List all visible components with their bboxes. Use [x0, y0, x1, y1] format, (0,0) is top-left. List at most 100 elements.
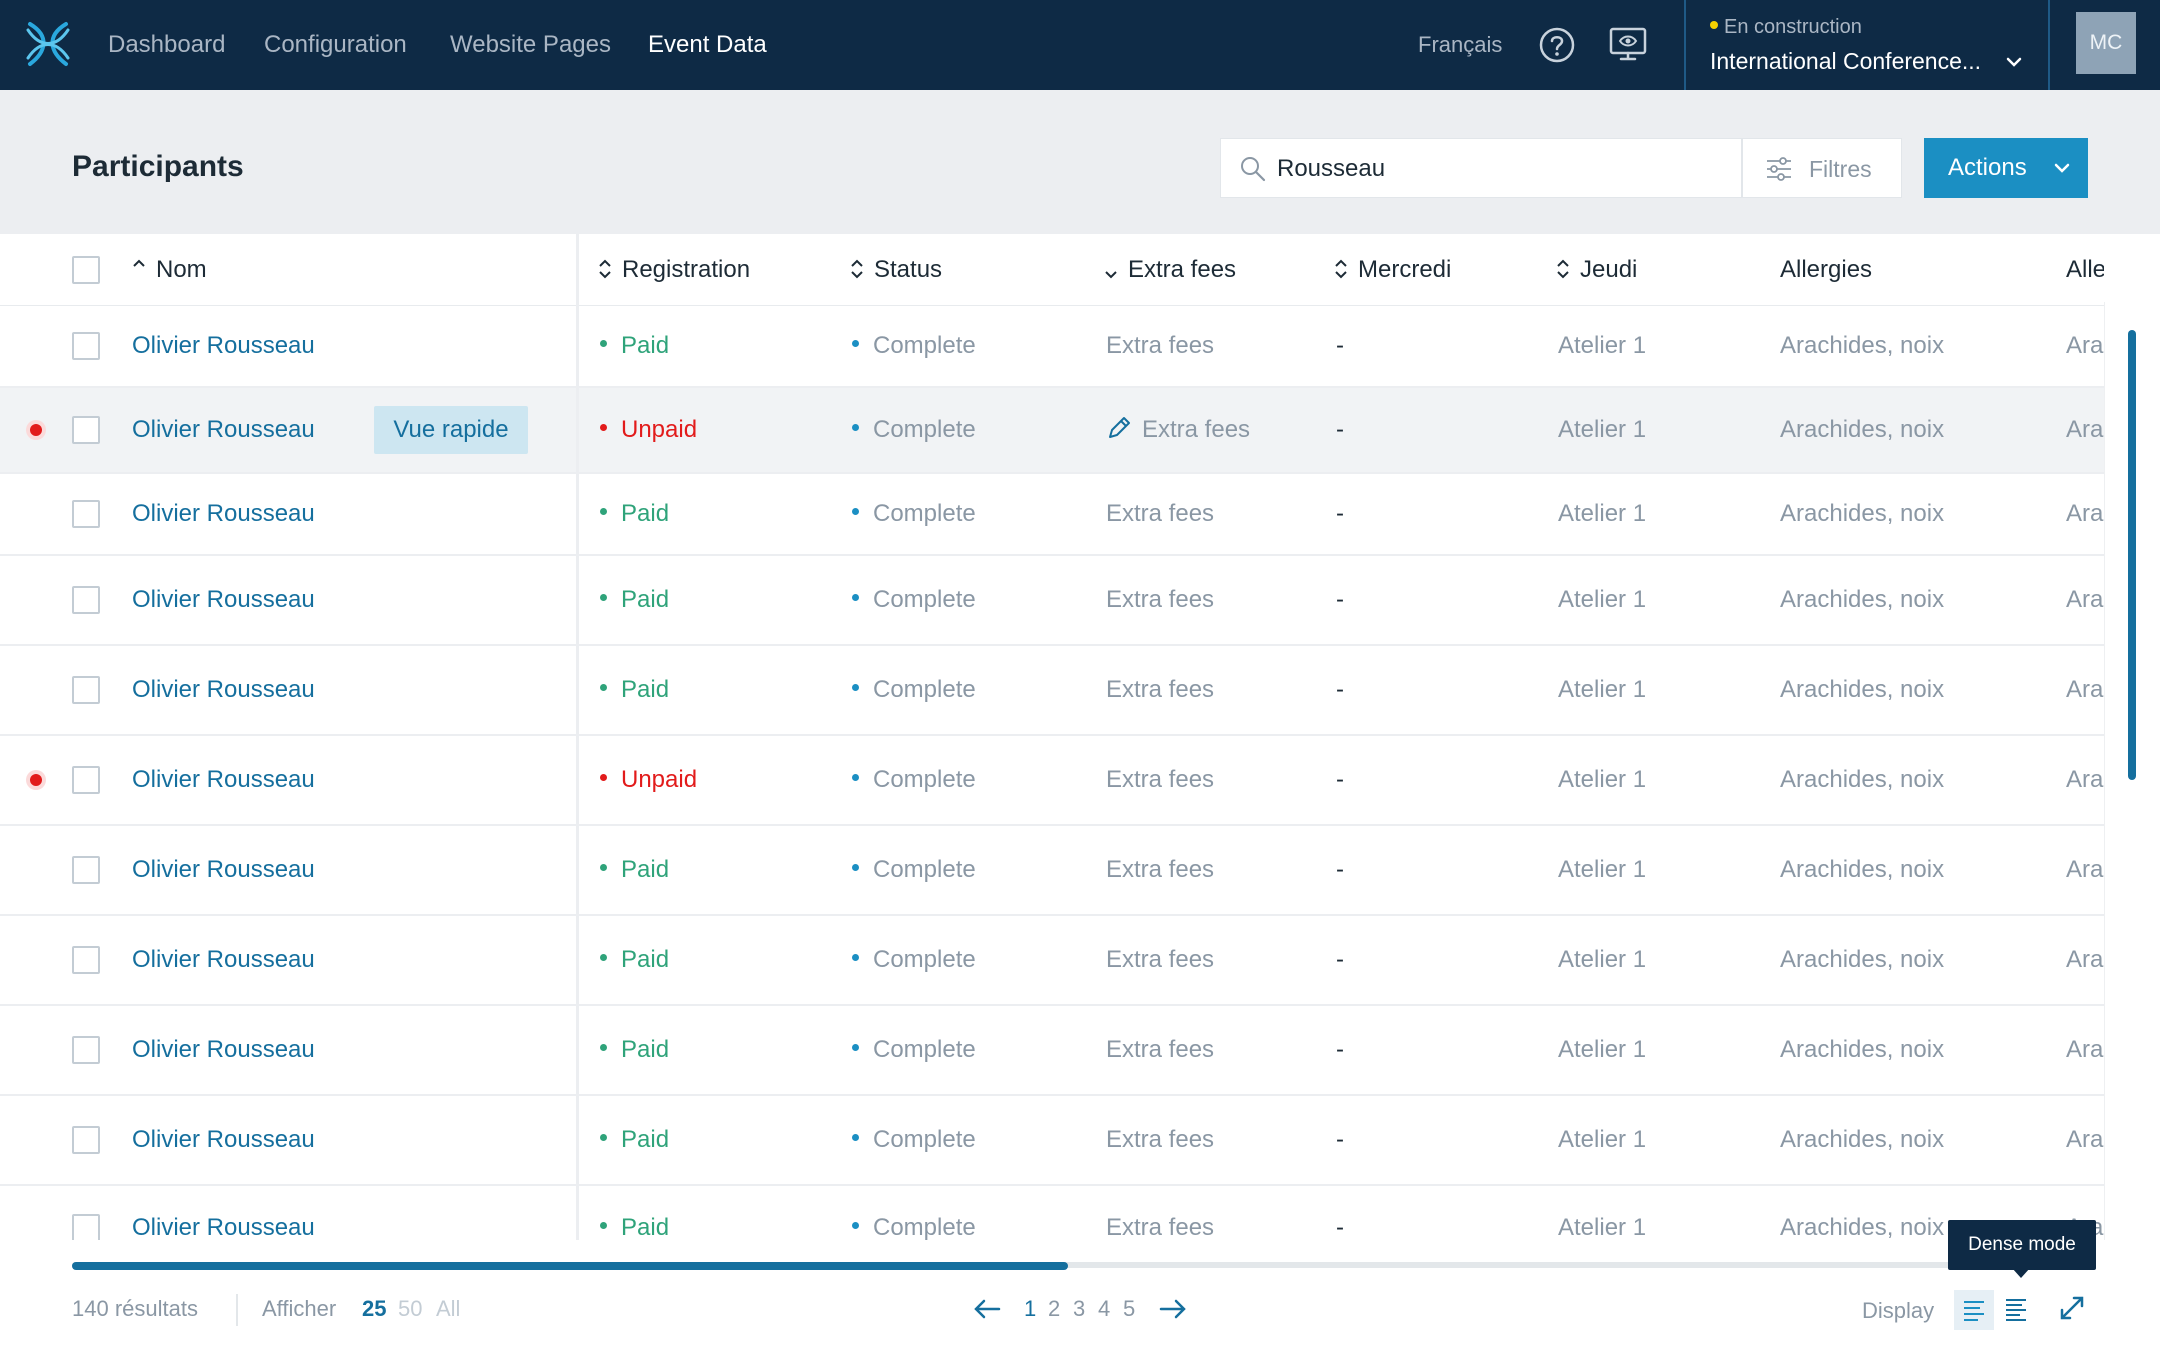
- status-value: Complete: [873, 856, 976, 883]
- registration-value: Unpaid: [621, 416, 698, 443]
- registration-cell: Unpaid: [600, 766, 697, 794]
- row-checkbox[interactable]: [72, 1214, 100, 1240]
- avatar[interactable]: MC: [2076, 12, 2136, 74]
- table-row[interactable]: Olivier Rousseau Paid Complete Extra fees - A…: [0, 1096, 2104, 1186]
- allergies-cell-2: Ara: [2066, 586, 2104, 613]
- table-row[interactable]: Olivier Rousseau Paid Complete Extra fees - A…: [0, 556, 2104, 646]
- participant-name-link[interactable]: Olivier Rousseau: [132, 1036, 315, 1064]
- nav-website-pages[interactable]: Website Pages: [450, 0, 611, 90]
- pencil-icon[interactable]: [1106, 415, 1132, 441]
- column-header-registration[interactable]: Registration: [598, 234, 750, 306]
- jeudi-cell: Atelier 1: [1558, 766, 1647, 793]
- search-input[interactable]: [1277, 149, 1717, 189]
- table-row[interactable]: Olivier Rousseau Paid Complete Extra fees - A…: [0, 1186, 2104, 1240]
- page-5[interactable]: 5: [1123, 1296, 1135, 1322]
- row-checkbox[interactable]: [72, 856, 100, 884]
- sort-icon: [599, 259, 611, 279]
- column-header-allergies-2[interactable]: Allergies: [2066, 234, 2104, 306]
- extra-fees-cell: Extra fees: [1106, 1214, 1215, 1240]
- row-checkbox[interactable]: [72, 416, 100, 444]
- participant-name-link[interactable]: Olivier Rousseau: [132, 856, 315, 884]
- status-bullet: [600, 774, 607, 782]
- search-box[interactable]: [1220, 138, 1742, 198]
- dense-mode-button[interactable]: [1996, 1290, 2036, 1330]
- column-header-extra-fees[interactable]: Extra fees: [1104, 234, 1236, 306]
- page-1[interactable]: 1: [1024, 1296, 1036, 1322]
- column-header-mercredi[interactable]: Mercredi: [1334, 234, 1451, 306]
- row-checkbox[interactable]: [72, 332, 100, 360]
- jeudi-cell: Atelier 1: [1558, 1036, 1647, 1063]
- table-row[interactable]: Olivier Rousseau Vue rapide Unpaid Complete…: [0, 388, 2104, 474]
- table-row[interactable]: Olivier Rousseau Paid Complete Extra fees - A…: [0, 646, 2104, 736]
- participant-name-link[interactable]: Olivier Rousseau: [132, 676, 315, 704]
- column-header-jeudi[interactable]: Jeudi: [1556, 234, 1637, 306]
- allergies-cell: Arachides, noix: [1780, 856, 1945, 883]
- status-dot: [1710, 20, 1718, 29]
- row-checkbox[interactable]: [72, 676, 100, 704]
- participant-name-link[interactable]: Olivier Rousseau: [132, 1126, 315, 1154]
- extra-fees-cell[interactable]: Extra fees: [1106, 416, 1250, 444]
- column-header-name[interactable]: Nom: [132, 234, 207, 306]
- participant-name-link[interactable]: Olivier Rousseau: [132, 332, 315, 360]
- status-cell: Complete: [852, 500, 976, 528]
- event-selector[interactable]: En construction International Conference…: [1684, 0, 2050, 90]
- preview-icon[interactable]: [1608, 24, 1648, 64]
- table-row[interactable]: Olivier Rousseau Paid Complete Extra fees - A…: [0, 1006, 2104, 1096]
- participant-name-link[interactable]: Olivier Rousseau: [132, 416, 315, 444]
- per-page-all[interactable]: All: [436, 1296, 460, 1322]
- mercredi-cell: -: [1336, 1036, 1344, 1063]
- dense-mode-tooltip: Dense mode: [1948, 1220, 2096, 1270]
- table-row[interactable]: Olivier Rousseau Unpaid Complete Extra fees…: [0, 736, 2104, 826]
- participant-name-link[interactable]: Olivier Rousseau: [132, 1214, 315, 1240]
- allergies-cell: Arachides, noix: [1780, 1126, 1945, 1153]
- allergies-cell-2: Ara: [2066, 1036, 2104, 1063]
- select-all-checkbox[interactable]: [72, 256, 100, 284]
- nav-configuration[interactable]: Configuration: [264, 0, 407, 90]
- page-2[interactable]: 2: [1048, 1296, 1060, 1322]
- comfortable-mode-button[interactable]: [1954, 1290, 1994, 1330]
- actions-button[interactable]: Actions: [1924, 138, 2088, 198]
- column-header-allergies[interactable]: Allergies: [1780, 234, 1872, 306]
- page-3[interactable]: 3: [1073, 1296, 1085, 1322]
- participant-name-link[interactable]: Olivier Rousseau: [132, 946, 315, 974]
- participant-name-link[interactable]: Olivier Rousseau: [132, 586, 315, 614]
- registration-cell: Paid: [600, 586, 669, 614]
- row-checkbox[interactable]: [72, 586, 100, 614]
- status-bullet: [600, 684, 607, 692]
- row-checkbox[interactable]: [72, 1126, 100, 1154]
- vertical-scrollbar[interactable]: [2128, 330, 2136, 780]
- participant-name-link[interactable]: Olivier Rousseau: [132, 766, 315, 794]
- registration-value: Paid: [621, 1036, 670, 1063]
- row-checkbox[interactable]: [72, 766, 100, 794]
- horizontal-scrollbar[interactable]: [72, 1262, 1068, 1270]
- page-title: Participants: [72, 150, 244, 183]
- column-header-status[interactable]: Status: [850, 234, 942, 306]
- table-row[interactable]: Olivier Rousseau Paid Complete Extra fees - A…: [0, 306, 2104, 388]
- help-icon[interactable]: [1538, 26, 1576, 64]
- registration-cell: Paid: [600, 1126, 669, 1154]
- filters-button[interactable]: Filtres: [1742, 138, 1902, 198]
- jeudi-cell: Atelier 1: [1558, 500, 1647, 527]
- allergies-cell: Arachides, noix: [1780, 416, 1945, 443]
- status-cell: Complete: [852, 586, 976, 614]
- language-switch[interactable]: Français: [1418, 0, 1502, 90]
- registration-cell: Paid: [600, 676, 669, 704]
- per-page-50[interactable]: 50: [398, 1296, 422, 1322]
- nav-dashboard[interactable]: Dashboard: [108, 0, 225, 90]
- logo-icon[interactable]: [20, 16, 76, 72]
- quick-view-button[interactable]: Vue rapide: [374, 406, 528, 454]
- participant-name-link[interactable]: Olivier Rousseau: [132, 500, 315, 528]
- arrow-right-icon[interactable]: [1158, 1296, 1188, 1322]
- table-row[interactable]: Olivier Rousseau Paid Complete Extra fees - A…: [0, 826, 2104, 916]
- table-row[interactable]: Olivier Rousseau Paid Complete Extra fees - A…: [0, 474, 2104, 556]
- row-checkbox[interactable]: [72, 946, 100, 974]
- row-checkbox[interactable]: [72, 500, 100, 528]
- arrow-left-icon[interactable]: [972, 1296, 1002, 1322]
- table-row[interactable]: Olivier Rousseau Paid Complete Extra fees - A…: [0, 916, 2104, 1006]
- per-page-25[interactable]: 25: [362, 1296, 386, 1322]
- page-4[interactable]: 4: [1098, 1296, 1110, 1322]
- row-checkbox[interactable]: [72, 1036, 100, 1064]
- nav-event-data[interactable]: Event Data: [648, 0, 767, 90]
- status-value: Complete: [873, 946, 976, 973]
- expand-icon[interactable]: [2058, 1294, 2086, 1322]
